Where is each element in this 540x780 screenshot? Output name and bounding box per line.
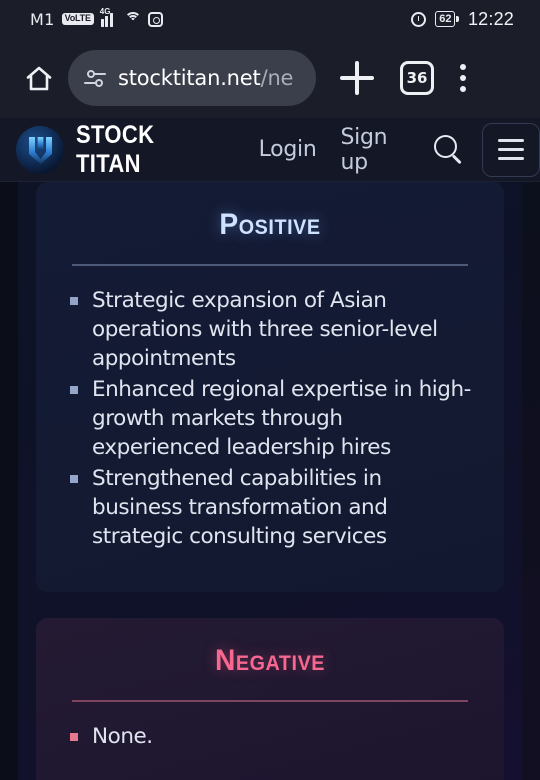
- browser-menu-icon[interactable]: [460, 64, 468, 92]
- page-settings-icon[interactable]: [84, 68, 106, 88]
- list-item: None.: [66, 722, 476, 751]
- android-status-bar: M1 VoLTE 4G 62 12:22: [0, 0, 540, 38]
- url-path: /ne: [260, 66, 294, 90]
- camera-icon: [148, 11, 164, 27]
- status-left-group: M1 VoLTE 4G: [30, 7, 164, 29]
- list-item: Enhanced regional expertise in high-grow…: [66, 375, 476, 462]
- list-item: Strengthened capabilities in business tr…: [66, 464, 476, 551]
- wifi-icon: [124, 12, 142, 26]
- negative-title: Negative: [214, 644, 326, 677]
- browser-toolbar: stocktitan.net/ne 36: [0, 38, 540, 118]
- negative-divider: [72, 700, 468, 702]
- tab-count-label: 36: [406, 69, 428, 87]
- status-right-group: 62 12:22: [411, 9, 514, 30]
- new-tab-button[interactable]: [340, 61, 374, 95]
- carrier-label: M1: [30, 9, 55, 29]
- home-icon[interactable]: [24, 63, 54, 93]
- stock-titan-logo[interactable]: [16, 125, 64, 174]
- negative-card: Negative None.: [36, 618, 504, 780]
- url-bar[interactable]: stocktitan.net/ne: [68, 50, 316, 106]
- volte-badge: VoLTE: [61, 13, 94, 25]
- url-domain: stocktitan.net: [118, 66, 261, 90]
- network-type-label: 4G: [99, 6, 111, 16]
- search-icon[interactable]: [434, 134, 464, 165]
- page-content: Positive Strategic expansion of Asian op…: [0, 182, 540, 780]
- login-link[interactable]: Login: [259, 137, 317, 162]
- site-header: STOCK TITAN Login Sign up: [0, 118, 540, 182]
- list-item: Strategic expansion of Asian operations …: [66, 286, 476, 373]
- alarm-icon: [411, 11, 427, 27]
- brand-name[interactable]: STOCK TITAN: [76, 121, 209, 179]
- negative-bullet-list: None.: [66, 722, 476, 751]
- positive-bullet-list: Strategic expansion of Asian operations …: [66, 286, 476, 551]
- signal-icon: 4G: [100, 7, 118, 27]
- menu-icon[interactable]: [482, 122, 540, 177]
- tab-switcher-button[interactable]: 36: [400, 61, 434, 95]
- signup-link[interactable]: Sign up: [340, 125, 412, 175]
- positive-card: Positive Strategic expansion of Asian op…: [36, 182, 504, 592]
- clock-label: 12:22: [467, 8, 514, 29]
- positive-title: Positive: [219, 208, 321, 241]
- right-gutter: [522, 182, 540, 780]
- phone-screen: M1 VoLTE 4G 62 12:22 stocktitan.net/ne 3…: [0, 0, 540, 780]
- positive-divider: [72, 264, 468, 266]
- content-container: Positive Strategic expansion of Asian op…: [18, 182, 522, 780]
- battery-icon: 62: [435, 11, 459, 27]
- battery-level-label: 62: [439, 12, 452, 25]
- url-text[interactable]: stocktitan.net/ne: [118, 66, 293, 90]
